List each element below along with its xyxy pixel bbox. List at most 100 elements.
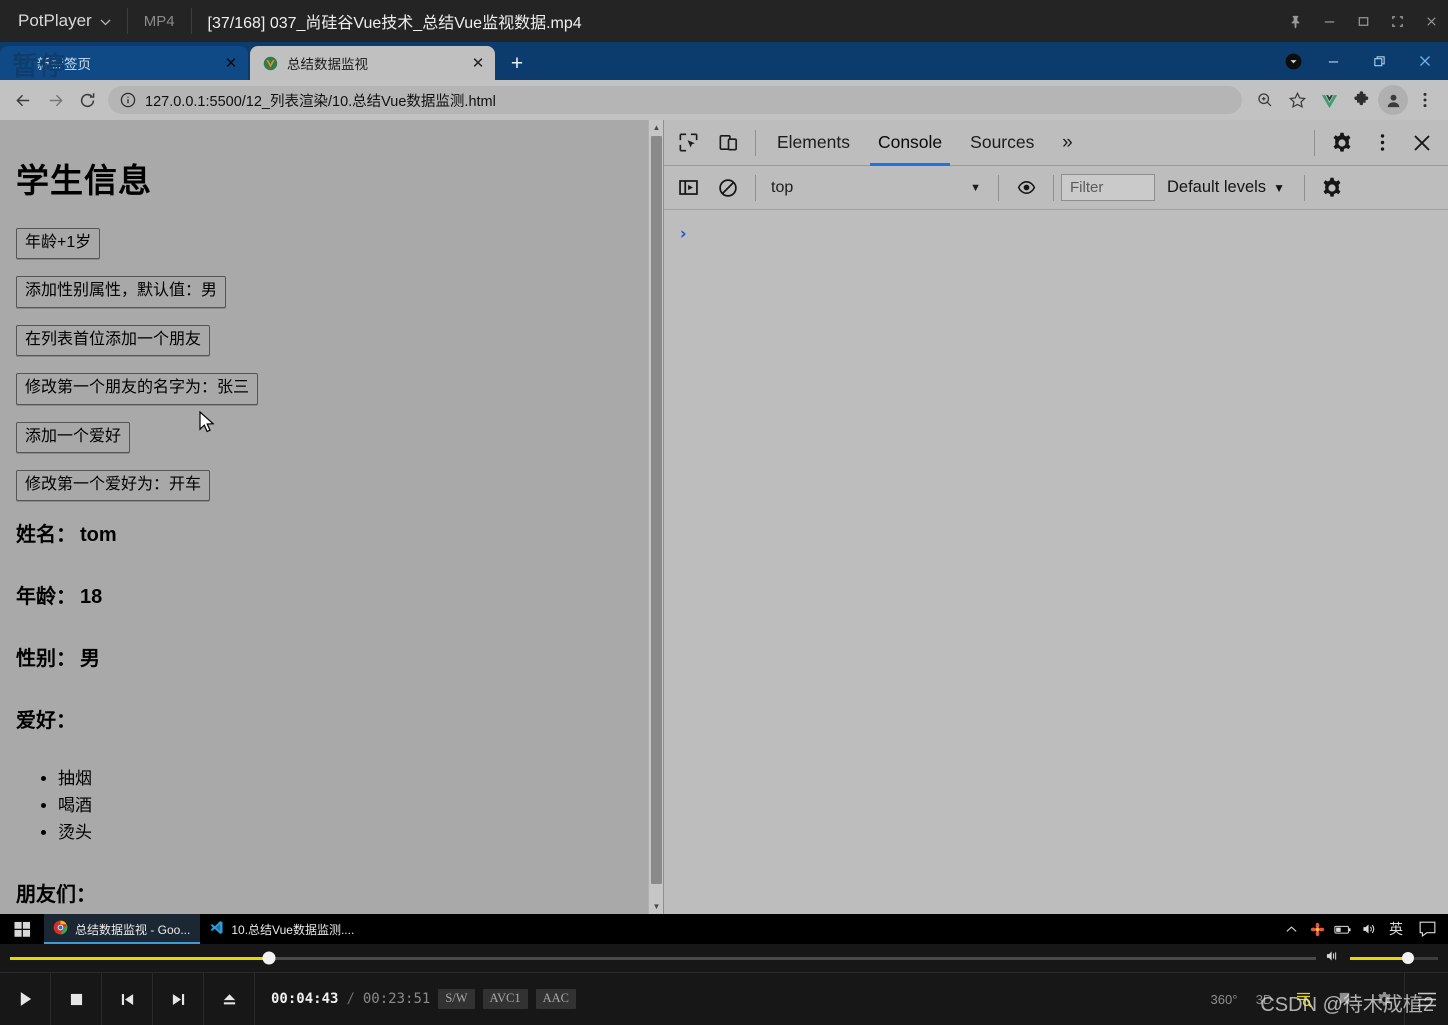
console-filter-input[interactable]: Filter	[1061, 174, 1155, 201]
profile-avatar[interactable]	[1378, 85, 1408, 115]
live-expression-icon[interactable]	[1006, 168, 1046, 208]
tab-console[interactable]: Console	[864, 120, 956, 166]
inspect-element-icon[interactable]	[668, 123, 708, 163]
add-hobby-button[interactable]: 添加一个爱好	[16, 421, 131, 453]
console-context-select[interactable]: top ▼	[763, 179, 991, 197]
rename-first-friend-button[interactable]: 修改第一个朋友的名字为：张三	[16, 373, 259, 405]
list-item: 抽烟	[58, 766, 647, 792]
close-devtools-icon[interactable]	[1402, 123, 1442, 163]
seek-bar[interactable]	[10, 951, 1316, 965]
scrollbar-thumb[interactable]	[651, 136, 662, 884]
vue-devtools-icon[interactable]	[1314, 85, 1344, 115]
menu-button[interactable]	[1404, 973, 1448, 1025]
extensions-icon[interactable]	[1346, 85, 1376, 115]
chrome-menu-icon[interactable]	[1410, 85, 1440, 115]
page-content: 学生信息 年龄+1岁 添加性别属性，默认值：男 在列表首位添加一个朋友 修改第一…	[0, 120, 663, 914]
bookmark-button[interactable]	[1324, 973, 1364, 1025]
minimize-button[interactable]	[1310, 42, 1356, 80]
codec-tag-audio: AAC	[535, 989, 576, 1009]
maximize-button[interactable]	[1346, 0, 1380, 42]
windows-start-icon[interactable]	[0, 914, 44, 944]
divider	[1303, 174, 1305, 201]
minimize-button[interactable]	[1312, 0, 1346, 42]
right-controls: 360° 3D	[1204, 973, 1448, 1025]
new-tab-button[interactable]: +	[502, 48, 532, 78]
360-button[interactable]: 360°	[1204, 973, 1244, 1025]
button-row: 添加一个爱好	[16, 421, 647, 470]
zoom-icon[interactable]	[1250, 85, 1280, 115]
taskbar-item-chrome[interactable]: 总结数据监视 - Goo...	[44, 914, 201, 944]
field-name: 姓名： tom	[16, 518, 647, 547]
console-output-area[interactable]: ›	[664, 210, 1448, 914]
close-button[interactable]	[1414, 0, 1448, 42]
browser-tab-inactive[interactable]: 新标签页 ✕	[0, 46, 248, 80]
console-log-levels-select[interactable]: Default levels ▼	[1155, 178, 1297, 197]
age-plus-one-button[interactable]: 年龄+1岁	[16, 228, 101, 260]
back-arrow-icon[interactable]	[8, 85, 38, 115]
add-gender-button[interactable]: 添加性别属性，默认值：男	[16, 276, 227, 308]
volume-slider[interactable]	[1350, 952, 1438, 964]
previous-button[interactable]	[102, 973, 153, 1025]
potplayer-titlebar: PotPlayer MP4 [37/168] 037_尚硅谷Vue技术_总结Vu…	[0, 0, 1448, 42]
ime-indicator[interactable]: 英	[1382, 914, 1410, 944]
more-tabs-icon[interactable]: »	[1048, 120, 1086, 166]
chevron-up-icon[interactable]	[1278, 914, 1304, 944]
prepend-friend-button[interactable]: 在列表首位添加一个朋友	[16, 324, 211, 357]
clear-console-icon[interactable]	[708, 168, 748, 208]
scroll-down-arrow-icon[interactable]: ▼	[649, 899, 663, 914]
potplayer-app-menu[interactable]: PotPlayer	[0, 0, 127, 42]
field-gender: 性别：男	[16, 642, 647, 671]
restore-button[interactable]	[1356, 42, 1402, 80]
bookmark-star-icon[interactable]	[1282, 85, 1312, 115]
time-display: 00:04:43 / 00:23:51 S/W AVC1 AAC	[255, 989, 576, 1009]
eject-button[interactable]	[204, 973, 255, 1025]
seek-handle[interactable]	[262, 951, 276, 965]
profile-indicator-icon[interactable]	[1276, 42, 1310, 80]
list-item: 烫头	[58, 820, 647, 846]
button-row: 添加性别属性，默认值：男	[16, 276, 647, 324]
pin-button[interactable]	[1278, 0, 1312, 42]
change-first-hobby-button[interactable]: 修改第一个爱好为：开车	[16, 469, 211, 502]
forward-arrow-icon[interactable]	[40, 85, 70, 115]
field-value: tom	[80, 524, 117, 547]
taskbar-item-vscode[interactable]: 10.总结Vue数据监测....	[200, 914, 364, 944]
tab-elements[interactable]: Elements	[763, 120, 864, 166]
tab-sources[interactable]: Sources	[956, 120, 1048, 166]
settings-gear-icon[interactable]	[1322, 123, 1362, 163]
tab-title: 新标签页	[37, 57, 91, 72]
volume-speaker-icon[interactable]	[1326, 949, 1343, 968]
speaker-icon[interactable]	[1356, 914, 1382, 944]
battery-icon[interactable]	[1330, 914, 1356, 944]
scroll-up-arrow-icon[interactable]: ▲	[649, 120, 663, 135]
devtools-menu-icon[interactable]	[1362, 123, 1402, 163]
3d-button[interactable]: 3D	[1244, 973, 1284, 1025]
browser-tab-active[interactable]: 总结数据监视 ✕	[250, 46, 495, 80]
tab-close-icon[interactable]: ✕	[220, 52, 242, 74]
volume-handle[interactable]	[1402, 952, 1415, 964]
console-toolbar: top ▼ Filter Default levels ▼	[664, 166, 1448, 210]
action-center-icon[interactable]	[1410, 914, 1444, 944]
fullscreen-button[interactable]	[1380, 0, 1414, 42]
3d-label: 3D	[1255, 991, 1273, 1007]
info-circle-icon[interactable]	[119, 92, 136, 109]
console-sidebar-icon[interactable]	[668, 168, 708, 208]
codec-tag-sw: S/W	[438, 989, 475, 1009]
reload-icon[interactable]	[72, 85, 102, 115]
field-age: 年龄： 18	[16, 580, 647, 609]
app-flower-icon[interactable]	[1304, 914, 1330, 944]
stop-button[interactable]	[51, 973, 102, 1025]
address-bar[interactable]: 127.0.0.1:5500/12_列表渲染/10.总结Vue数据监测.html	[108, 86, 1242, 114]
device-toolbar-icon[interactable]	[708, 123, 748, 163]
playlist-search-button[interactable]	[1284, 973, 1324, 1025]
play-button[interactable]	[0, 973, 51, 1025]
tab-close-icon[interactable]: ✕	[467, 52, 489, 74]
close-button[interactable]	[1402, 42, 1448, 80]
field-label: 姓名：	[16, 524, 76, 547]
potplayer-window: PotPlayer MP4 [37/168] 037_尚硅谷Vue技术_总结Vu…	[0, 0, 1448, 1025]
preferences-button[interactable]	[1364, 973, 1404, 1025]
console-settings-icon[interactable]	[1312, 168, 1352, 208]
page-scrollbar[interactable]: ▲ ▼	[648, 120, 663, 914]
next-button[interactable]	[153, 973, 204, 1025]
page-title: 学生信息	[16, 162, 152, 199]
chrome-window-controls	[1276, 42, 1448, 80]
